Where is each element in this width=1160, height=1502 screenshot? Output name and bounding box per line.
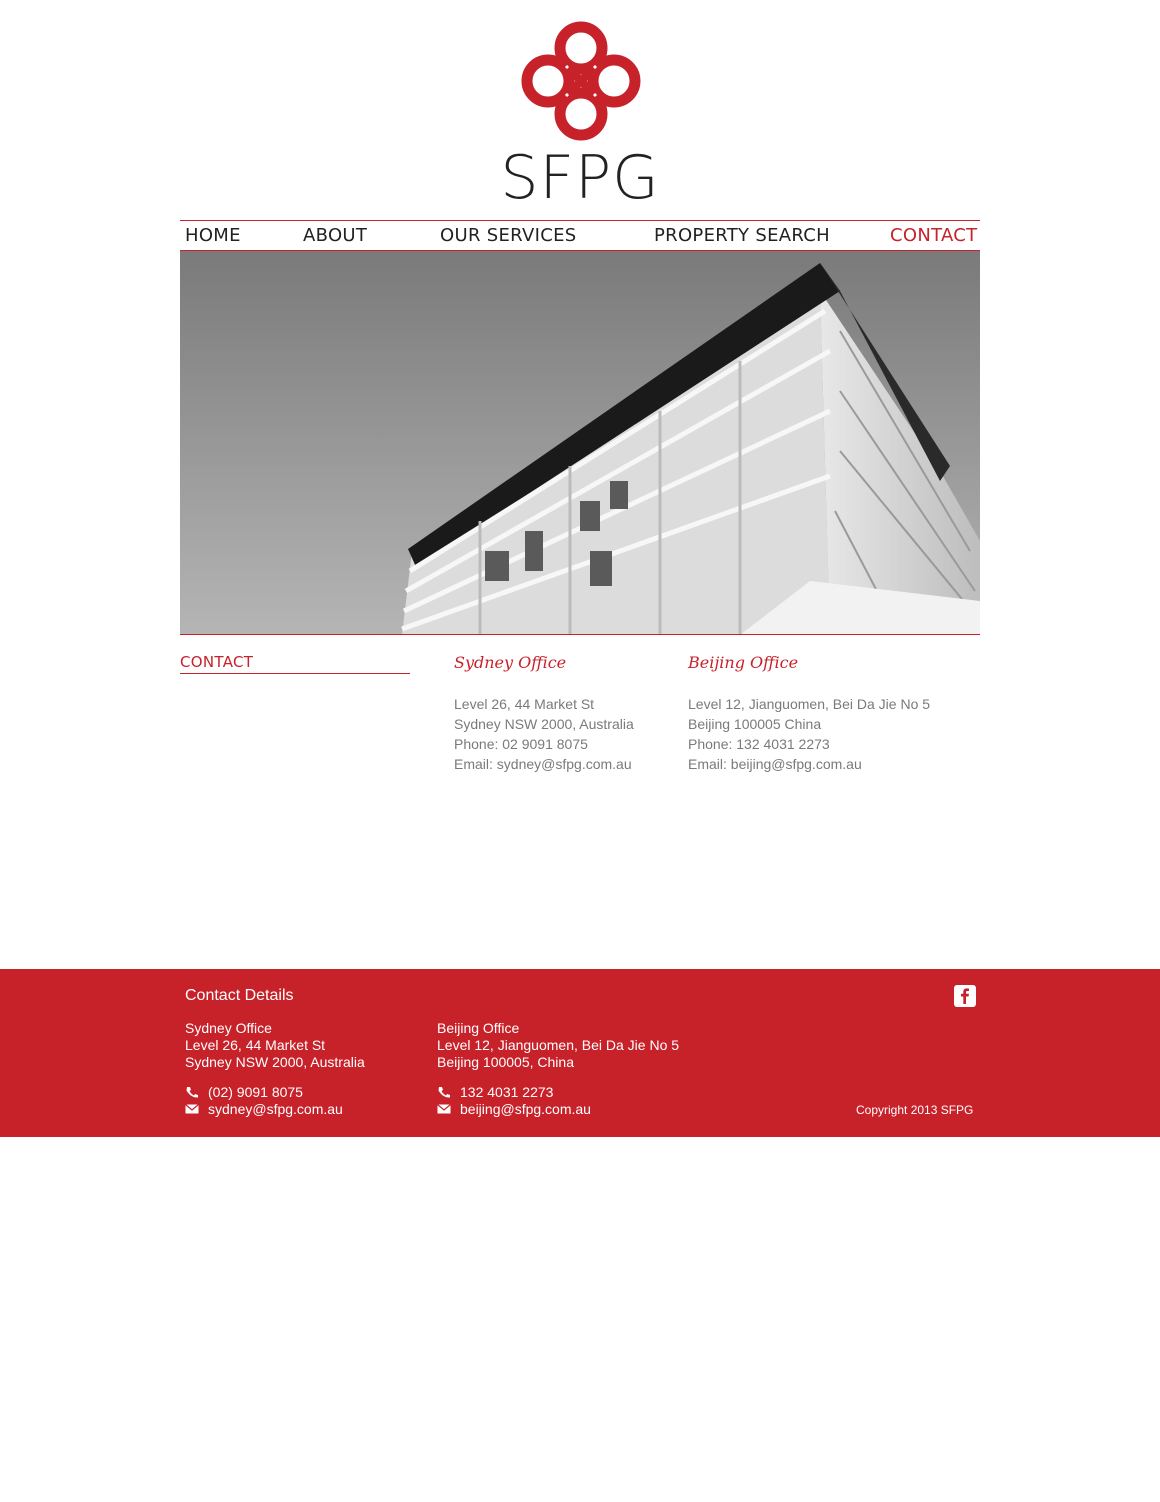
nav-home[interactable]: HOME bbox=[185, 225, 241, 247]
footer-office-name: Sydney Office bbox=[185, 1020, 272, 1036]
footer: Contact Details Sydney Office Level 26, … bbox=[0, 969, 1160, 1137]
footer-email-row: sydney@sfpg.com.au bbox=[185, 1101, 365, 1118]
facebook-icon[interactable] bbox=[954, 985, 976, 1007]
copyright-text: Copyright 2013 SFPG bbox=[856, 1103, 974, 1117]
phone-icon bbox=[186, 1087, 198, 1098]
footer-address-line: Level 26, 44 Market St bbox=[185, 1037, 326, 1053]
endless-knot-logo-icon[interactable] bbox=[518, 18, 644, 144]
nav-our-services[interactable]: OUR SERVICES bbox=[440, 225, 576, 247]
mail-icon bbox=[185, 1104, 199, 1114]
office-email[interactable]: Email: sydney@sfpg.com.au bbox=[454, 754, 634, 774]
office-email[interactable]: Email: beijing@sfpg.com.au bbox=[688, 754, 930, 774]
nav-contact[interactable]: CONTACT bbox=[890, 225, 977, 247]
beijing-office-block: Beijing Office Level 12, Jianguomen, Bei… bbox=[688, 652, 930, 774]
footer-phone-row: (02) 9091 8075 bbox=[185, 1084, 365, 1101]
footer-email-row: beijing@sfpg.com.au bbox=[437, 1101, 679, 1118]
office-address-line: Level 26, 44 Market St bbox=[454, 696, 595, 712]
hero-building-image bbox=[180, 251, 980, 635]
sydney-office-block: Sydney Office Level 26, 44 Market St Syd… bbox=[454, 652, 634, 774]
footer-phone[interactable]: (02) 9091 8075 bbox=[208, 1084, 303, 1100]
nav-property-search[interactable]: PROPERTY SEARCH bbox=[654, 225, 830, 247]
phone-icon bbox=[438, 1087, 450, 1098]
footer-sydney-office: Sydney Office Level 26, 44 Market St Syd… bbox=[185, 1020, 365, 1118]
office-phone: Phone: 02 9091 8075 bbox=[454, 736, 588, 752]
nav-about[interactable]: ABOUT bbox=[303, 225, 367, 247]
footer-address-line: Sydney NSW 2000, Australia bbox=[185, 1054, 365, 1070]
footer-office-name: Beijing Office bbox=[437, 1020, 520, 1036]
footer-phone[interactable]: 132 4031 2273 bbox=[460, 1084, 553, 1100]
office-address-line: Beijing 100005 China bbox=[688, 716, 822, 732]
brand-wordmark[interactable]: SFPG bbox=[440, 140, 720, 216]
footer-email[interactable]: beijing@sfpg.com.au bbox=[460, 1101, 591, 1117]
office-phone: Phone: 132 4031 2273 bbox=[688, 736, 830, 752]
section-title: CONTACT bbox=[180, 654, 410, 674]
footer-address-line: Level 12, Jianguomen, Bei Da Jie No 5 bbox=[437, 1037, 680, 1053]
office-name: Sydney Office bbox=[454, 653, 567, 672]
mail-icon bbox=[437, 1104, 451, 1114]
office-name: Beijing Office bbox=[688, 653, 799, 672]
footer-phone-row: 132 4031 2273 bbox=[437, 1084, 679, 1101]
footer-beijing-office: Beijing Office Level 12, Jianguomen, Bei… bbox=[437, 1020, 679, 1118]
office-address-line: Sydney NSW 2000, Australia bbox=[454, 716, 634, 732]
footer-title: Contact Details bbox=[185, 987, 294, 1004]
office-address-line: Level 12, Jianguomen, Bei Da Jie No 5 bbox=[688, 696, 931, 712]
main-nav: HOME ABOUT OUR SERVICES PROPERTY SEARCH … bbox=[180, 220, 980, 251]
footer-address-line: Beijing 100005, China bbox=[437, 1054, 574, 1070]
footer-email[interactable]: sydney@sfpg.com.au bbox=[208, 1101, 343, 1117]
